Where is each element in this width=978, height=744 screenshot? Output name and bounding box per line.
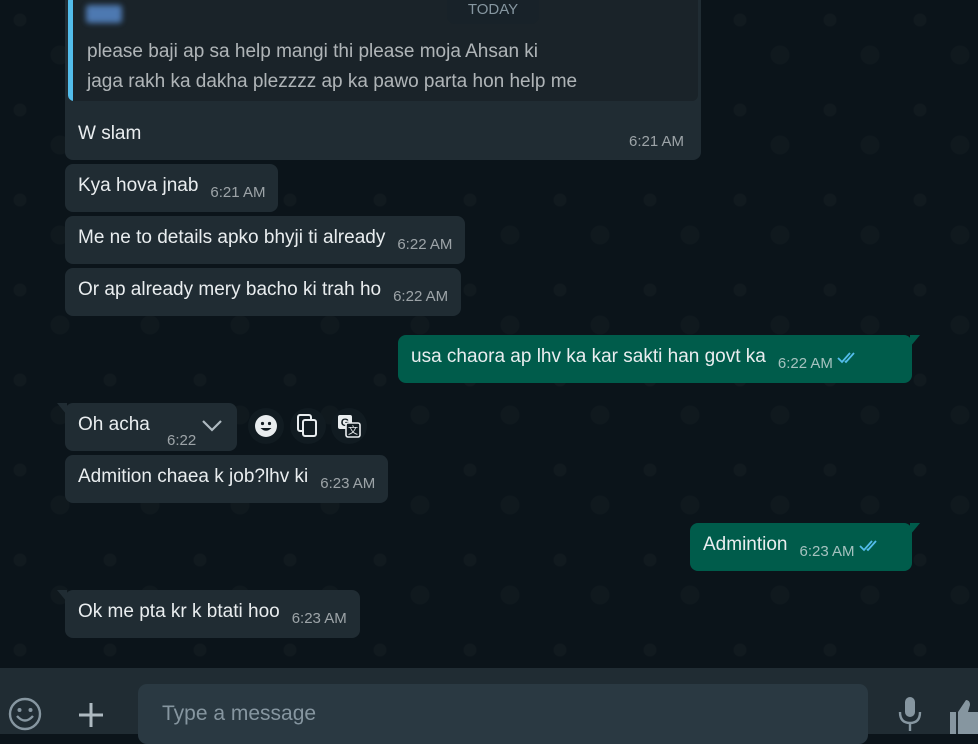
bubble-tail	[910, 523, 920, 535]
message-bubble[interactable]: please baji ap sa help mangi thi please …	[65, 0, 701, 160]
message-text: Kya hova jnab	[78, 175, 199, 196]
message-text: Me ne to details apko bhyji ti already	[78, 227, 386, 248]
message-input[interactable]	[138, 684, 868, 744]
microphone-icon[interactable]	[897, 696, 923, 732]
bubble-tail	[910, 335, 920, 347]
quoted-text-line: please baji ap sa help mangi thi please …	[87, 41, 539, 62]
chevron-down-icon[interactable]	[201, 419, 223, 433]
message-bubble-outgoing[interactable]: usa chaora ap lhv ka kar sakti han govt …	[398, 335, 920, 383]
svg-text:文: 文	[348, 424, 358, 437]
copy-button[interactable]	[290, 408, 326, 444]
message-time: 6:22	[167, 432, 197, 449]
message-bubble[interactable]: Me ne to details apko bhyji ti already 6:…	[65, 216, 466, 264]
quoted-text-line: jaga rakh ka dakha plezzzz ap ka pawo pa…	[87, 71, 578, 92]
emoji-icon	[255, 415, 277, 437]
quoted-message[interactable]: please baji ap sa help mangi thi please …	[68, 0, 698, 101]
quoted-author-blurred	[86, 5, 122, 23]
message-text: Or ap already mery bacho ki trah ho	[78, 279, 382, 300]
message-composer	[0, 668, 978, 744]
message-time: 6:22 AM	[393, 288, 449, 305]
message-bubble[interactable]: Kya hova jnab 6:21 AM	[65, 164, 279, 212]
bubble-tail	[57, 590, 67, 602]
message-time: 6:23 AM	[320, 475, 376, 492]
message-time: 6:21 AM	[629, 133, 685, 150]
copy-icon	[297, 414, 317, 437]
message-time: 6:21 AM	[210, 184, 266, 201]
thumbs-up-icon[interactable]	[950, 698, 978, 734]
read-ticks-icon	[858, 540, 877, 552]
chat-area[interactable]: please baji ap sa help mangi thi please …	[0, 0, 978, 668]
translate-icon: G 文	[338, 415, 361, 438]
message-bubble-outgoing[interactable]: Admintion 6:23 AM	[690, 523, 920, 571]
bubble-tail	[57, 403, 67, 415]
message-time: 6:23 AM	[799, 543, 855, 560]
message-time: 6:22 AM	[397, 236, 453, 253]
message-text: Admition chaea k job?lhv ki	[78, 466, 309, 487]
message-bubble[interactable]: Oh acha 6:22	[57, 403, 237, 451]
message-bubble[interactable]: Ok me pta kr k btati hoo 6:23 AM	[57, 590, 360, 638]
attach-plus-icon[interactable]	[76, 700, 106, 730]
read-ticks-icon	[837, 352, 855, 364]
message-text: usa chaora ap lhv ka kar sakti han govt …	[411, 346, 766, 367]
message-text: W slam	[78, 123, 142, 144]
message-text: Oh acha	[78, 414, 150, 435]
message-text: Ok me pta kr k btati hoo	[78, 601, 280, 622]
date-chip: TODAY	[447, 0, 539, 24]
message-time: 6:22 AM	[777, 355, 833, 372]
message-time: 6:23 AM	[291, 610, 347, 627]
quoted-text: please baji ap sa help mangi thi please …	[87, 37, 667, 97]
quote-bar	[68, 0, 73, 101]
emoji-icon[interactable]	[7, 696, 43, 732]
message-bubble[interactable]: Or ap already mery bacho ki trah ho 6:22 …	[65, 268, 462, 316]
message-bubble[interactable]: Admition chaea k job?lhv ki 6:23 AM	[65, 455, 389, 503]
react-emoji-button[interactable]	[248, 408, 284, 444]
translate-button[interactable]: G 文	[331, 408, 367, 444]
message-text: Admintion	[703, 534, 788, 555]
